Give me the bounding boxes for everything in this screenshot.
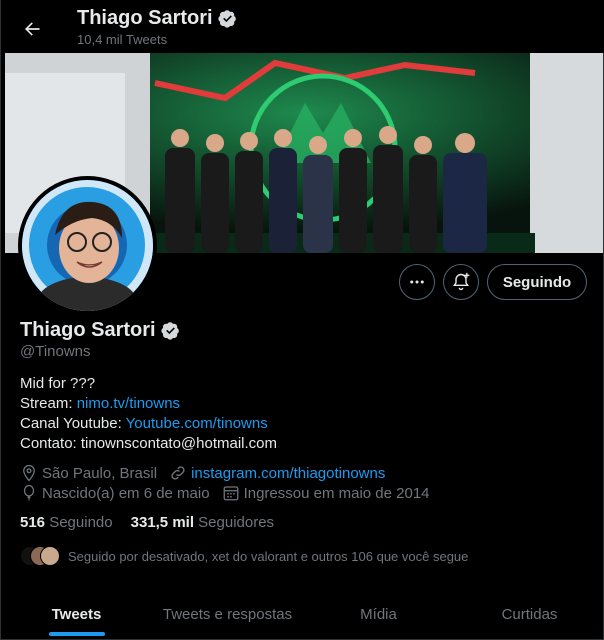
followers-count-link[interactable]: 331,5 mil Seguidores xyxy=(131,514,274,531)
tab-label: Tweets xyxy=(51,606,102,623)
following-count-link[interactable]: 516 Seguindo xyxy=(20,514,113,531)
more-options-button[interactable] xyxy=(399,264,435,300)
display-name: Thiago Sartori xyxy=(20,319,156,341)
verified-badge-icon xyxy=(160,321,180,340)
location-text: São Paulo, Brasil xyxy=(42,464,158,482)
tab-label: Tweets e respostas xyxy=(162,606,293,623)
tab-media[interactable]: Mídia xyxy=(303,590,454,639)
profile-header-bar: Thiago Sartori 10,4 mil Tweets xyxy=(1,0,604,53)
balloon-icon xyxy=(23,484,35,501)
profile-avatar[interactable] xyxy=(18,176,157,315)
tab-likes[interactable]: Curtidas xyxy=(454,590,604,639)
youtube-label: Canal Youtube: xyxy=(20,415,126,432)
tab-label: Curtidas xyxy=(501,606,558,623)
back-button[interactable] xyxy=(15,12,49,46)
location-item: São Paulo, Brasil xyxy=(20,464,157,482)
website-link[interactable]: instagram.com/thiagotinowns xyxy=(191,465,385,482)
website-item: instagram.com/thiagotinowns xyxy=(169,464,385,482)
follower-avatars xyxy=(20,546,60,566)
avatar-image xyxy=(22,180,153,311)
profile-meta-row-1: São Paulo, Brasil instagram.com/thiagoti… xyxy=(20,464,397,482)
profile-handle: @Tinowns xyxy=(20,343,91,360)
following-count: 516 xyxy=(20,514,46,531)
following-button[interactable]: Seguindo xyxy=(487,264,587,300)
arrow-left-icon xyxy=(25,22,40,36)
birthday-item: Nascido(a) em 6 de maio xyxy=(20,484,210,502)
tab-tweets[interactable]: Tweets xyxy=(1,590,152,639)
tab-label: Mídia xyxy=(360,606,397,623)
profile-tabs: Tweets Tweets e respostas Mídia Curtidas xyxy=(1,590,604,640)
more-dots-icon xyxy=(410,280,424,284)
followers-label: Seguidores xyxy=(198,514,275,531)
joined-item: Ingressou em maio de 2014 xyxy=(222,484,430,502)
location-pin-icon xyxy=(23,464,35,482)
verified-badge-icon xyxy=(217,9,237,28)
stream-label: Stream: xyxy=(20,395,77,412)
follow-counts: 516 Seguindo 331,5 mil Seguidores xyxy=(20,514,274,531)
bell-plus-icon xyxy=(453,272,470,291)
youtube-link[interactable]: Youtube.com/tinowns xyxy=(126,415,268,432)
stream-link[interactable]: nimo.tv/tinowns xyxy=(77,395,180,412)
header-title: Thiago Sartori xyxy=(77,7,237,30)
link-icon xyxy=(171,466,185,480)
profile-name: Thiago Sartori xyxy=(20,319,180,342)
bio-contact-line: Contato: tinownscontato@hotmail.com xyxy=(20,435,278,452)
bio-youtube-line: Canal Youtube: Youtube.com/tinowns xyxy=(20,414,277,434)
bio-line: Mid for ??? xyxy=(20,375,96,392)
active-tab-indicator xyxy=(48,632,105,636)
calendar-icon xyxy=(223,486,238,501)
tab-tweets-and-replies[interactable]: Tweets e respostas xyxy=(152,590,303,639)
header-name: Thiago Sartori xyxy=(77,7,213,29)
notifications-button[interactable] xyxy=(443,264,479,300)
following-label: Seguindo xyxy=(49,514,113,531)
tweet-count: 10,4 mil Tweets xyxy=(77,32,168,47)
followed-by-text: Seguido por desativado, xet do valorant … xyxy=(68,548,469,564)
profile-page: Thiago Sartori 10,4 mil Tweets Seguindo … xyxy=(0,0,604,640)
profile-bio: Mid for ??? Stream: nimo.tv/tinowns Cana… xyxy=(20,374,277,454)
followed-by-row[interactable]: Seguido por desativado, xet do valorant … xyxy=(20,544,468,568)
joined-text: Ingressou em maio de 2014 xyxy=(243,484,430,502)
mutual-avatar xyxy=(40,546,60,566)
bio-stream-line: Stream: nimo.tv/tinowns xyxy=(20,394,277,414)
profile-meta-row-2: Nascido(a) em 6 de maio Ingressou em mai… xyxy=(20,484,442,502)
birthday-text: Nascido(a) em 6 de maio xyxy=(42,484,210,502)
followers-count: 331,5 mil xyxy=(130,514,194,531)
